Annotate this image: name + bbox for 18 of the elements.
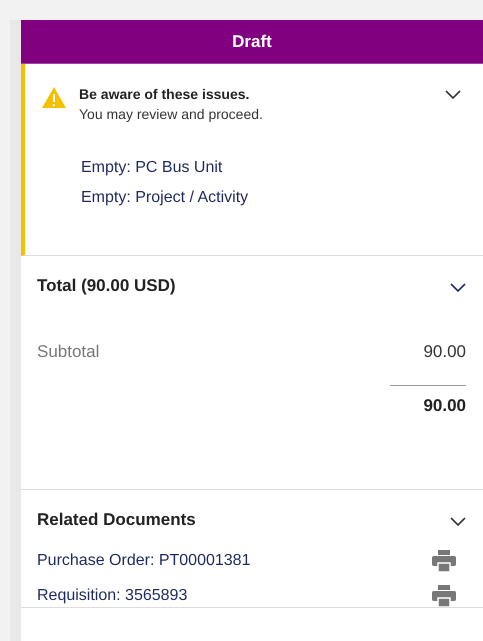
print-icon[interactable] <box>432 585 456 607</box>
warning-icon <box>41 86 67 109</box>
chevron-icon[interactable] <box>445 90 461 100</box>
document-link[interactable]: Requisition: 3565893 <box>37 587 188 605</box>
section-title: Total (90.00 USD) <box>37 276 176 296</box>
subtotal-label: Subtotal <box>37 342 100 362</box>
chevron-icon[interactable] <box>450 517 466 527</box>
section-title: Related Documents <box>37 510 196 530</box>
chevron-icon[interactable] <box>450 283 466 293</box>
issue-text: Empty: Project / Activity <box>81 189 250 207</box>
subtotal-value: 90.00 <box>423 342 466 362</box>
total-value: 90.00 <box>422 396 466 416</box>
document-link[interactable]: Purchase Order: PT00001381 <box>37 552 250 570</box>
status-banner: Draft <box>21 20 483 64</box>
print-icon[interactable] <box>432 550 456 572</box>
warning-message: You may review and proceed. <box>79 106 264 122</box>
issue-text: Empty: PC Bus Unit <box>81 159 224 177</box>
warning-title: Be aware of these issues. <box>79 86 250 102</box>
